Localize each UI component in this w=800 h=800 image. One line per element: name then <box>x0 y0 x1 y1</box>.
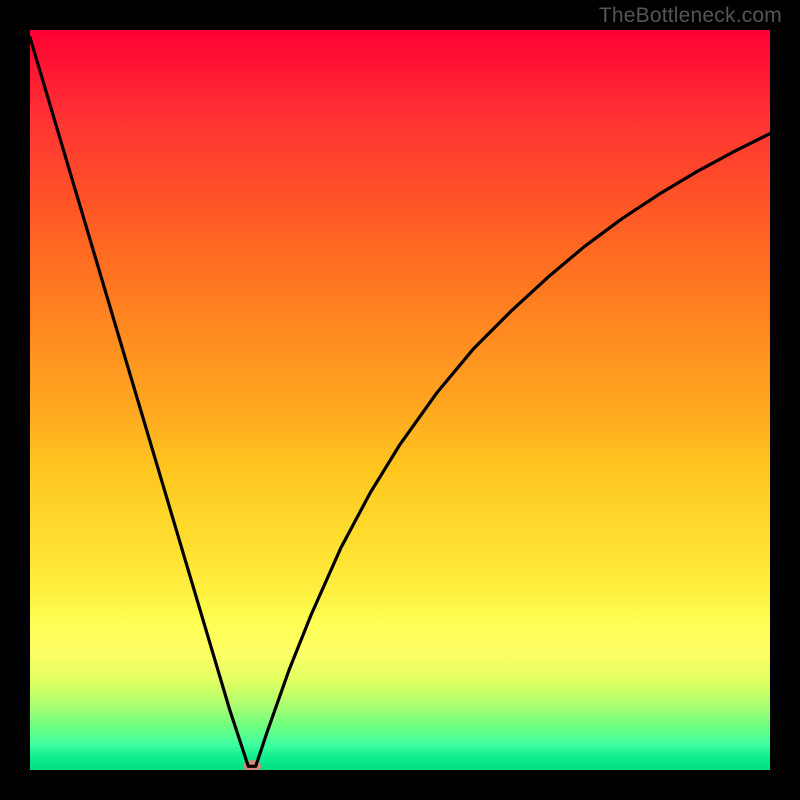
bottleneck-curve <box>30 37 770 766</box>
watermark-text: TheBottleneck.com <box>599 4 782 28</box>
curve-svg <box>30 30 770 770</box>
plot-area <box>30 30 770 770</box>
